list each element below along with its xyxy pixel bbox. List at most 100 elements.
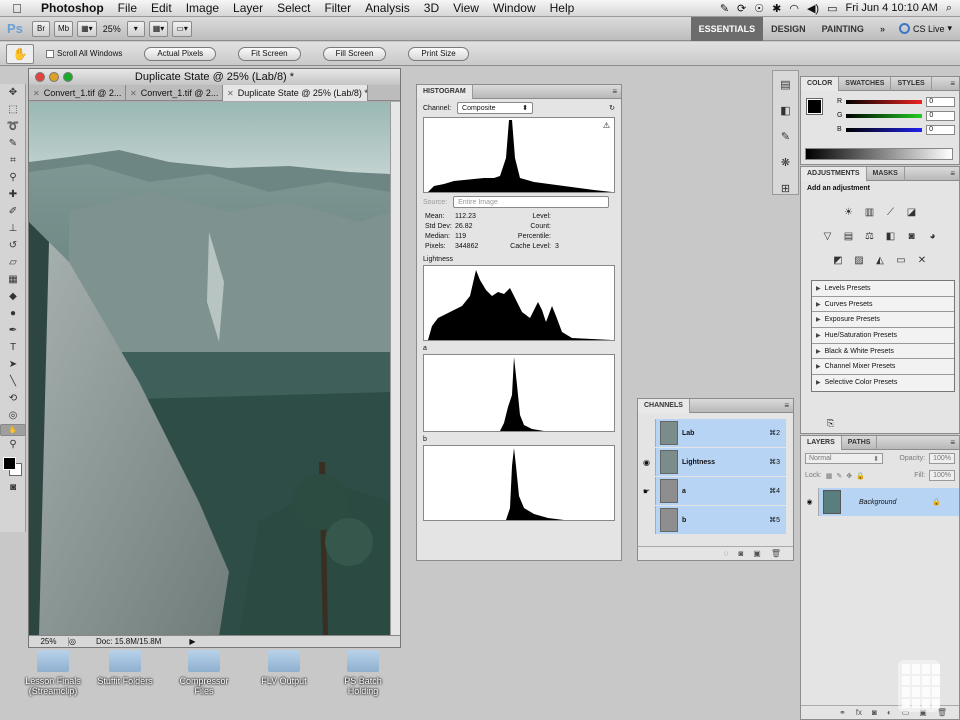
volume-icon[interactable]: ◀) — [807, 2, 819, 15]
menu-image[interactable]: Image — [179, 1, 226, 15]
bridge-button[interactable]: Br — [32, 20, 50, 37]
disclosure-triangle-icon[interactable]: ▶ — [816, 316, 821, 323]
eraser-tool-icon[interactable]: ▱ — [0, 254, 26, 271]
blue-slider[interactable] — [845, 127, 923, 132]
color-balance-icon[interactable]: ⚖ — [862, 228, 878, 244]
selective-color-icon[interactable]: ✕ — [914, 252, 930, 268]
red-slider[interactable] — [846, 99, 923, 104]
add-mask-icon[interactable]: ◙ — [872, 708, 877, 717]
shape-tool-icon[interactable]: ╲ — [0, 373, 26, 390]
menu-select[interactable]: Select — [270, 1, 317, 15]
vibrance-icon[interactable]: ▽ — [820, 228, 836, 244]
accessibility-icon[interactable]: ☉ — [754, 2, 764, 15]
new-channel-icon[interactable]: ▣ — [753, 549, 761, 558]
spotlight-icon[interactable]: ⌕ — [946, 2, 952, 15]
eye-icon[interactable]: ◉ — [638, 448, 656, 476]
channel-row-b[interactable]: b ⌘5 — [638, 506, 786, 534]
script-icon[interactable]: ✎ — [720, 2, 729, 15]
layer-row-background[interactable]: ◉ Background 🔒 — [801, 488, 959, 516]
adjustment-footer-icon[interactable]: ⎘ — [827, 418, 834, 429]
panel-menu-icon[interactable]: ≡ — [784, 401, 793, 410]
panel-menu-icon[interactable]: ≡ — [950, 79, 959, 88]
quick-mask-icon[interactable]: ◙ — [0, 479, 26, 496]
workspace-essentials[interactable]: ESSENTIALS — [690, 16, 764, 41]
tab-channels[interactable]: CHANNELS — [638, 398, 690, 413]
preset-exposure[interactable]: ▶ Exposure Presets — [812, 312, 954, 329]
tab-paths[interactable]: PATHS — [842, 435, 878, 450]
color-swatches[interactable] — [0, 453, 25, 479]
menu-edit[interactable]: Edit — [144, 1, 179, 15]
lock-image-icon[interactable]: ✎ — [836, 472, 842, 480]
preset-channel-mixer[interactable]: ▶ Channel Mixer Presets — [812, 359, 954, 376]
opacity-input[interactable]: 100% — [929, 453, 955, 464]
color-foreground-swatch[interactable] — [806, 98, 823, 115]
timemachine-icon[interactable]: ⟳ — [737, 2, 746, 15]
posterize-icon[interactable]: ▨ — [851, 252, 867, 268]
disclosure-triangle-icon[interactable]: ▶ — [816, 379, 821, 386]
marquee-tool-icon[interactable]: ⬚ — [0, 101, 26, 118]
type-tool-icon[interactable]: T — [0, 339, 26, 356]
workspace-more[interactable]: » — [872, 17, 893, 41]
levels-icon[interactable]: ▥ — [862, 204, 878, 220]
menu-window[interactable]: Window — [486, 1, 543, 15]
brightness-contrast-icon[interactable]: ☀ — [841, 204, 857, 220]
menu-file[interactable]: File — [111, 1, 144, 15]
clock[interactable]: Fri Jun 4 10:10 AM — [846, 2, 938, 14]
disclosure-triangle-icon[interactable]: ▶ — [816, 332, 821, 339]
actual-pixels-button[interactable]: Actual Pixels — [144, 46, 217, 61]
desktop-folder-ps-batch[interactable]: PS Batch Holding — [328, 650, 398, 696]
history-brush-tool-icon[interactable]: ↺ — [0, 237, 26, 254]
workspace-painting[interactable]: PAINTING — [814, 17, 872, 41]
zoom-level[interactable]: 25% — [99, 24, 125, 34]
color-ramp[interactable] — [805, 148, 953, 160]
lasso-tool-icon[interactable]: ➰ — [0, 118, 26, 135]
document-titlebar[interactable]: Duplicate State @ 25% (Lab/8) * — [29, 69, 400, 85]
source-select[interactable]: Entire Image — [453, 196, 610, 208]
vertical-scrollbar[interactable] — [390, 102, 400, 636]
curves-icon[interactable]: ⟋ — [883, 204, 899, 220]
zoom-dropdown[interactable]: ▾ — [126, 20, 145, 37]
lock-transparency-icon[interactable]: ▦ — [826, 472, 833, 480]
arrange-documents-button[interactable]: ▦▾ — [148, 20, 169, 37]
channel-select[interactable]: Composite ⬍ — [457, 102, 534, 114]
menu-app[interactable]: Photoshop — [34, 1, 111, 15]
delete-channel-icon[interactable]: 🗑 — [771, 549, 781, 558]
eye-icon[interactable]: ◉ — [801, 488, 819, 516]
menu-help[interactable]: Help — [543, 1, 582, 15]
tab-swatches[interactable]: SWATCHES — [839, 76, 892, 91]
eyedropper-tool-icon[interactable]: ⚲ — [0, 169, 26, 186]
workspace-design[interactable]: DESIGN — [763, 17, 814, 41]
link-layers-icon[interactable]: ⚭ — [839, 708, 846, 717]
threshold-icon[interactable]: ◭ — [872, 252, 888, 268]
preset-selective-color[interactable]: ▶ Selective Color Presets — [812, 375, 954, 391]
brush-tool-icon[interactable]: ✐ — [0, 203, 26, 220]
document-tab-1[interactable]: ✕ Convert_1.tif @ 2... — [29, 85, 126, 101]
bluetooth-icon[interactable]: ✱ — [772, 2, 781, 15]
status-doc-info[interactable]: Doc: 15.8M/15.8M — [96, 637, 161, 646]
quick-selection-tool-icon[interactable]: ✎ — [0, 135, 26, 152]
apple-icon[interactable]:  — [0, 1, 34, 16]
hand-tool-icon[interactable]: ✋ — [0, 424, 26, 436]
channel-mixer-icon[interactable]: ◕ — [925, 228, 941, 244]
menu-layer[interactable]: Layer — [226, 1, 270, 15]
desktop-folder-lesson-finals[interactable]: Lesson Finals (Streamclip) — [18, 650, 88, 696]
eye-icon[interactable]: ☛ — [638, 477, 656, 505]
invert-icon[interactable]: ◩ — [830, 252, 846, 268]
disclosure-triangle-icon[interactable]: ▶ — [816, 285, 821, 292]
healing-brush-tool-icon[interactable]: ✚ — [0, 186, 26, 203]
panel-menu-icon[interactable]: ≡ — [950, 438, 959, 447]
blue-value-input[interactable]: 0 — [926, 124, 955, 135]
minibridge-button[interactable]: Mb — [54, 20, 74, 37]
brushes-panel-icon[interactable]: ✎ — [773, 123, 798, 149]
tab-histogram[interactable]: HISTOGRAM — [417, 84, 473, 99]
screen-mode-button[interactable]: ▭▾ — [172, 20, 192, 37]
visibility-toggle[interactable] — [638, 506, 656, 534]
green-value-input[interactable]: 0 — [926, 110, 955, 121]
panel-menu-icon[interactable]: ≡ — [950, 169, 959, 178]
3d-rotate-tool-icon[interactable]: ⟲ — [0, 390, 26, 407]
status-arrow-icon[interactable]: ▶ — [189, 637, 195, 646]
document-tab-2[interactable]: ✕ Convert_1.tif @ 2... — [126, 85, 223, 101]
fill-screen-button[interactable]: Fill Screen — [322, 46, 387, 61]
refresh-histogram-icon[interactable]: ↻ — [609, 104, 615, 112]
disclosure-triangle-icon[interactable]: ▶ — [816, 301, 821, 308]
